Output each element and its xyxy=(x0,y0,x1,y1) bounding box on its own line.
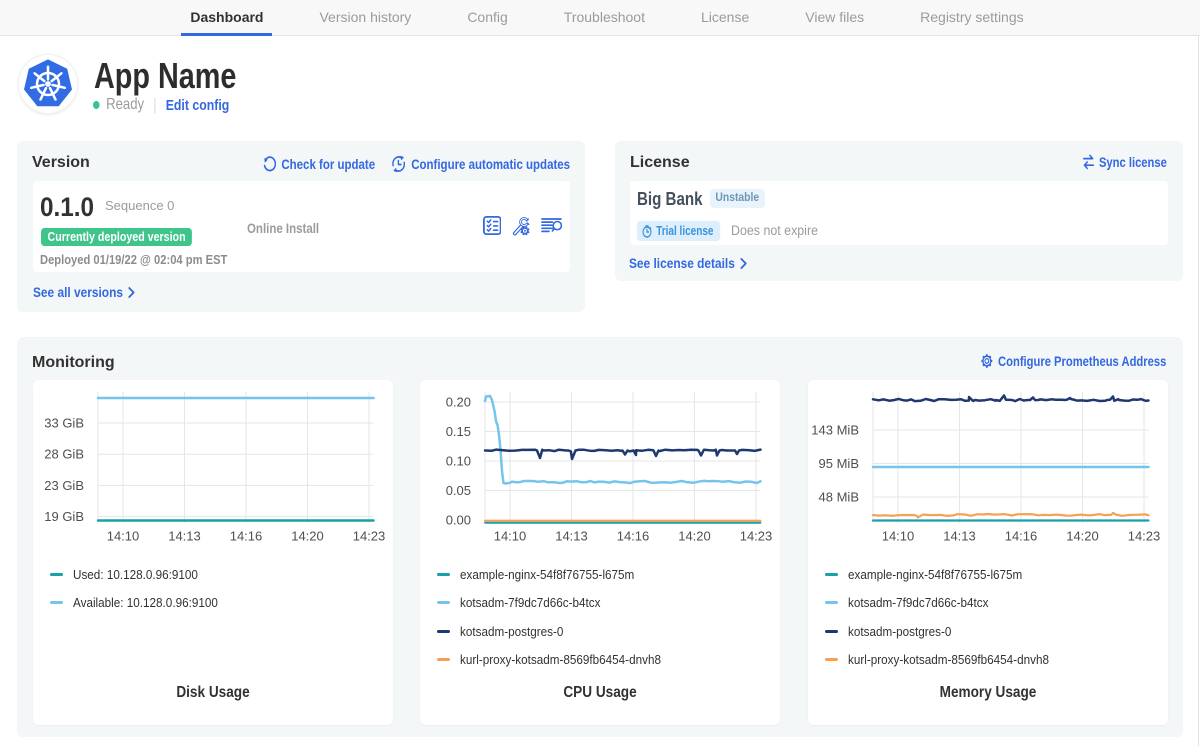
svg-text:14:16: 14:16 xyxy=(1005,529,1038,544)
svg-text:14:16: 14:16 xyxy=(617,529,650,544)
svg-text:14:23: 14:23 xyxy=(1128,529,1161,544)
svg-text:14:23: 14:23 xyxy=(740,529,773,544)
svg-text:0.10: 0.10 xyxy=(446,454,471,469)
svg-text:14:20: 14:20 xyxy=(678,529,711,544)
svg-text:14:13: 14:13 xyxy=(555,529,588,544)
svg-text:14:23: 14:23 xyxy=(353,529,386,544)
svg-text:14:10: 14:10 xyxy=(107,529,140,544)
svg-text:14:13: 14:13 xyxy=(168,529,201,544)
svg-text:14:20: 14:20 xyxy=(291,529,324,544)
svg-text:23 GiB: 23 GiB xyxy=(44,478,84,493)
svg-text:14:10: 14:10 xyxy=(494,529,527,544)
svg-text:0.00: 0.00 xyxy=(446,513,471,528)
svg-text:0.15: 0.15 xyxy=(446,424,471,439)
svg-text:143 MiB: 143 MiB xyxy=(811,423,859,438)
svg-text:48 MiB: 48 MiB xyxy=(819,490,859,505)
svg-text:14:13: 14:13 xyxy=(943,529,976,544)
svg-text:14:10: 14:10 xyxy=(882,529,915,544)
svg-text:33 GiB: 33 GiB xyxy=(44,416,84,431)
svg-text:14:16: 14:16 xyxy=(230,529,263,544)
svg-text:19 GiB: 19 GiB xyxy=(44,509,84,524)
svg-text:95 MiB: 95 MiB xyxy=(819,456,859,471)
svg-text:0.05: 0.05 xyxy=(446,483,471,498)
svg-text:0.20: 0.20 xyxy=(446,395,471,410)
svg-text:28 GiB: 28 GiB xyxy=(44,447,84,462)
svg-text:14:20: 14:20 xyxy=(1066,529,1099,544)
